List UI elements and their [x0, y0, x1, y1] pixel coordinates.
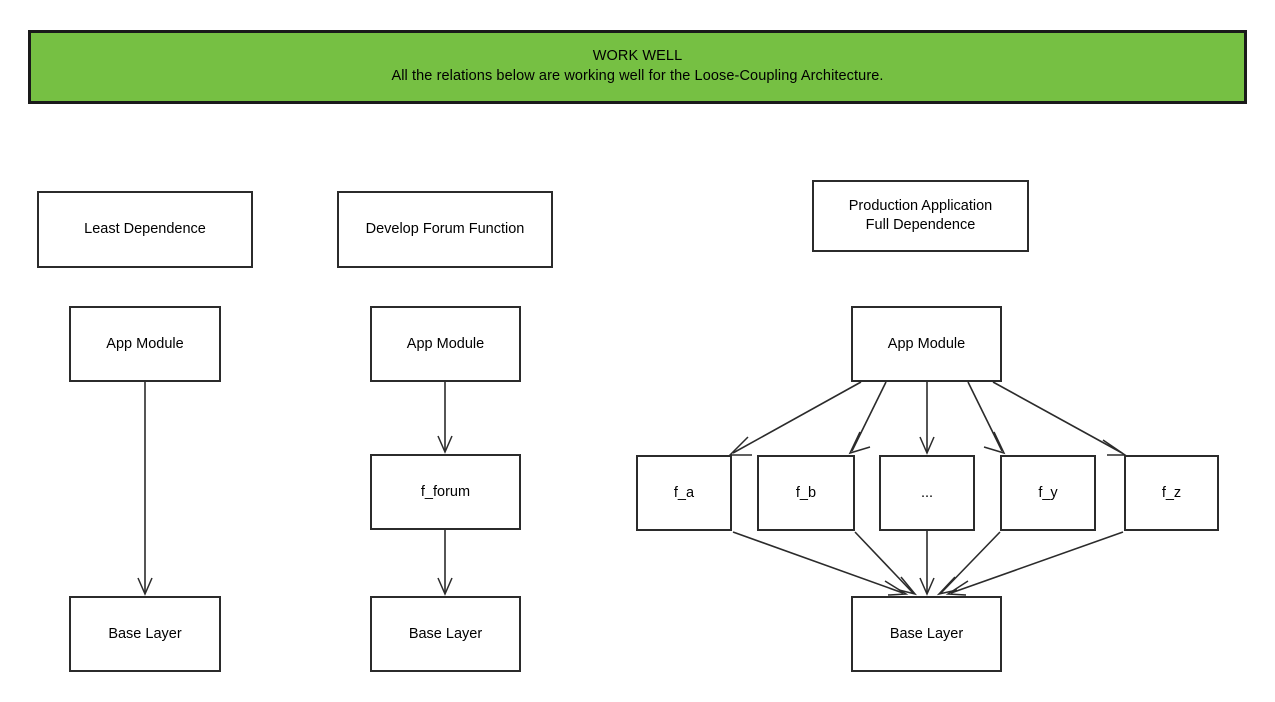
node-app-module-develop-forum-label: App Module [406, 335, 485, 352]
node-f-b: f_b [757, 455, 855, 531]
edge-app3-to-fz [992, 381, 1128, 456]
status-banner: WORK WELL All the relations below are wo… [28, 30, 1247, 104]
edge-fb-to-base3 [854, 531, 918, 596]
edge-fz-to-base3 [945, 531, 1124, 596]
node-base-layer-develop-forum: Base Layer [370, 596, 521, 672]
edge-app3-to-fa [728, 381, 862, 456]
heading-least-dependence: Least Dependence [37, 191, 253, 268]
node-app-module-least-dependence-label: App Module [106, 335, 184, 352]
node-f-z: f_z [1124, 455, 1219, 531]
node-base-layer-develop-forum-label: Base Layer [408, 625, 483, 642]
node-app-module-develop-forum: App Module [370, 306, 521, 382]
edge-app3-to-fb [848, 381, 887, 455]
node-f-z-label: f_z [1161, 484, 1182, 501]
node-base-layer-production-label: Base Layer [889, 625, 964, 642]
edge-fforum-to-base2 [437, 530, 453, 596]
heading-develop-forum-function-label: Develop Forum Function [365, 221, 525, 238]
heading-least-dependence-label: Least Dependence [84, 221, 206, 238]
edge-fa-to-base3 [732, 531, 909, 596]
heading-develop-forum-function: Develop Forum Function [337, 191, 553, 268]
node-base-layer-production: Base Layer [851, 596, 1002, 672]
edge-app3-to-fellipsis [919, 382, 935, 455]
node-f-ellipsis: ... [879, 455, 975, 531]
node-f-forum: f_forum [370, 454, 521, 530]
banner-subtitle: All the relations below are working well… [391, 68, 884, 84]
node-f-forum-label: f_forum [420, 483, 471, 500]
heading-production-application-line2: Full Dependence [865, 217, 976, 233]
edge-app1-to-base1 [137, 382, 153, 596]
node-app-module-production: App Module [851, 306, 1002, 382]
node-f-b-label: f_b [795, 484, 817, 501]
heading-production-application: Production Application Full Dependence [812, 180, 1029, 252]
edge-app3-to-fy [967, 381, 1006, 455]
node-f-ellipsis-label: ... [920, 484, 934, 501]
node-f-y: f_y [1000, 455, 1096, 531]
node-f-y-label: f_y [1038, 484, 1058, 501]
node-base-layer-least-dependence: Base Layer [69, 596, 221, 672]
edge-fy-to-base3 [936, 531, 1001, 596]
node-f-a-label: f_a [673, 484, 695, 501]
node-app-module-production-label: App Module [887, 335, 966, 352]
edge-app2-to-fforum [437, 382, 453, 454]
node-f-a: f_a [636, 455, 732, 531]
edge-fellipsis-to-base3 [919, 531, 935, 596]
heading-production-application-line1: Production Application [848, 198, 993, 215]
banner-title: WORK WELL [592, 48, 683, 65]
node-app-module-least-dependence: App Module [69, 306, 221, 382]
diagram-canvas: WORK WELL All the relations below are wo… [0, 0, 1275, 702]
node-base-layer-least-dependence-label: Base Layer [108, 625, 182, 642]
